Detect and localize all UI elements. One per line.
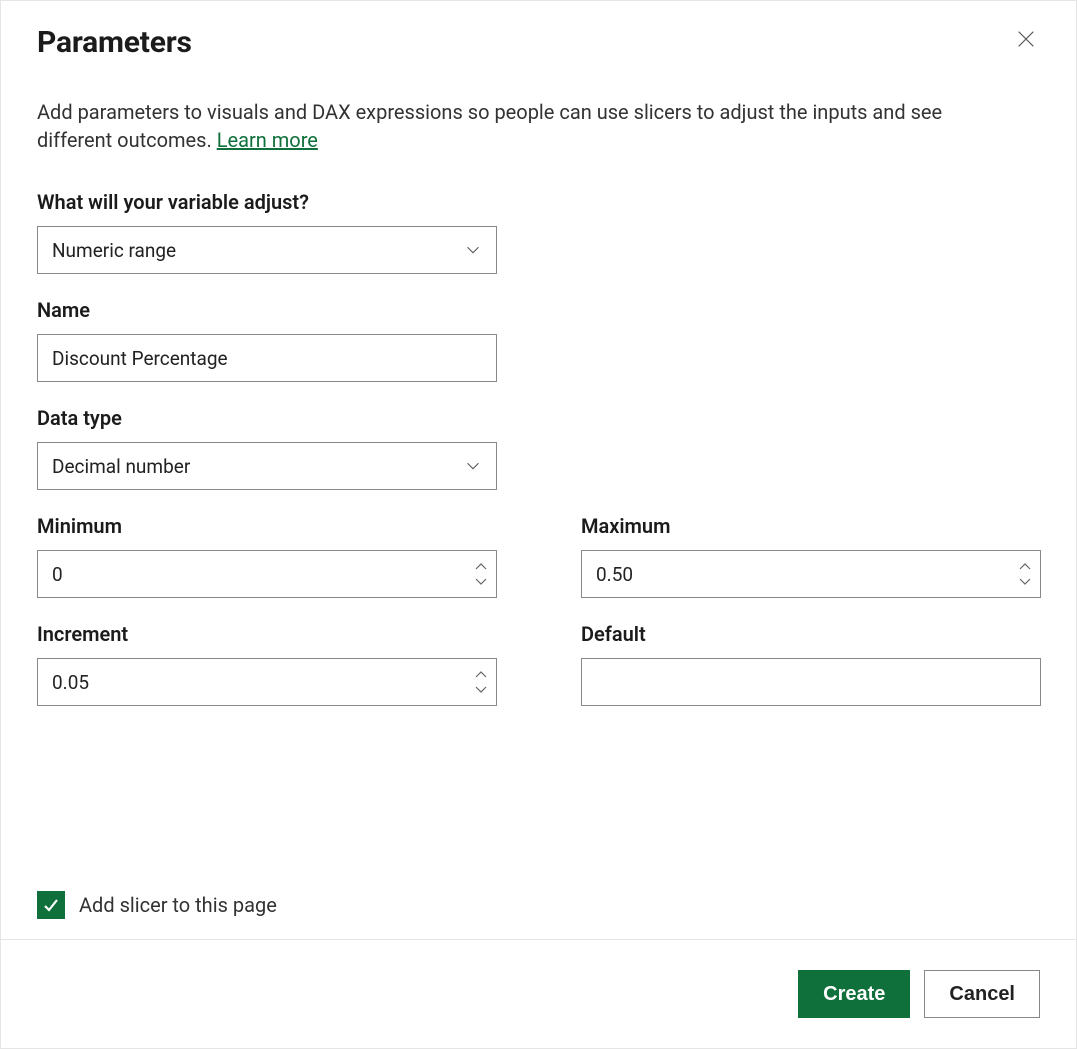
add-slicer-checkbox[interactable] [37, 891, 65, 919]
learn-more-link[interactable]: Learn more [217, 128, 318, 152]
dialog-description: Add parameters to visuals and DAX expres… [37, 98, 1017, 154]
input-default-wrapper [581, 658, 1041, 706]
field-maximum: Maximum [581, 514, 1041, 598]
label-default: Default [581, 622, 1041, 646]
chevron-down-icon [475, 577, 487, 585]
field-minimum: Minimum [37, 514, 497, 598]
field-name: Name [37, 298, 497, 382]
dialog-header: Parameters [37, 25, 1040, 60]
chevron-up-icon [475, 563, 487, 571]
increment-spinners [474, 659, 488, 705]
input-maximum-wrapper [581, 550, 1041, 598]
cancel-button[interactable]: Cancel [924, 970, 1040, 1018]
input-increment-wrapper [37, 658, 497, 706]
parameters-dialog: Parameters Add parameters to visuals and… [0, 0, 1077, 1049]
label-data-type: Data type [37, 406, 497, 430]
label-increment: Increment [37, 622, 497, 646]
field-data-type: Data type Decimal number [37, 406, 497, 490]
field-adjust: What will your variable adjust? Numeric … [37, 190, 497, 274]
add-slicer-label: Add slicer to this page [79, 893, 277, 917]
select-data-type-value: Decimal number [52, 455, 190, 478]
checkmark-icon [42, 896, 60, 914]
chevron-down-icon [1019, 577, 1031, 585]
add-slicer-row: Add slicer to this page [37, 891, 277, 919]
label-maximum: Maximum [581, 514, 1041, 538]
chevron-up-icon [1019, 563, 1031, 571]
dialog-body: Parameters Add parameters to visuals and… [1, 1, 1076, 939]
input-name[interactable] [52, 335, 482, 381]
select-data-type[interactable]: Decimal number [37, 442, 497, 490]
form-area: What will your variable adjust? Numeric … [37, 190, 1040, 706]
close-icon [1016, 29, 1036, 49]
increment-step-down[interactable] [474, 684, 488, 694]
create-button[interactable]: Create [798, 970, 910, 1018]
chevron-down-icon [475, 685, 487, 693]
input-maximum[interactable] [596, 551, 1026, 597]
label-minimum: Minimum [37, 514, 497, 538]
field-default: Default [581, 622, 1041, 706]
input-name-wrapper [37, 334, 497, 382]
chevron-down-icon [464, 241, 482, 259]
dialog-footer: Create Cancel [1, 939, 1076, 1048]
chevron-down-icon [464, 457, 482, 475]
select-adjust-value: Numeric range [52, 239, 176, 262]
maximum-step-down[interactable] [1018, 576, 1032, 586]
maximum-step-up[interactable] [1018, 562, 1032, 572]
minimum-spinners [474, 551, 488, 597]
label-name: Name [37, 298, 497, 322]
description-text: Add parameters to visuals and DAX expres… [37, 100, 942, 152]
input-increment[interactable] [52, 659, 482, 705]
input-default[interactable] [596, 659, 1026, 705]
input-minimum-wrapper [37, 550, 497, 598]
label-adjust: What will your variable adjust? [37, 190, 497, 214]
minimum-step-up[interactable] [474, 562, 488, 572]
close-button[interactable] [1012, 25, 1040, 56]
increment-step-up[interactable] [474, 670, 488, 680]
select-adjust[interactable]: Numeric range [37, 226, 497, 274]
minimum-step-down[interactable] [474, 576, 488, 586]
maximum-spinners [1018, 551, 1032, 597]
field-increment: Increment [37, 622, 497, 706]
input-minimum[interactable] [52, 551, 482, 597]
dialog-title: Parameters [37, 25, 192, 60]
chevron-up-icon [475, 671, 487, 679]
